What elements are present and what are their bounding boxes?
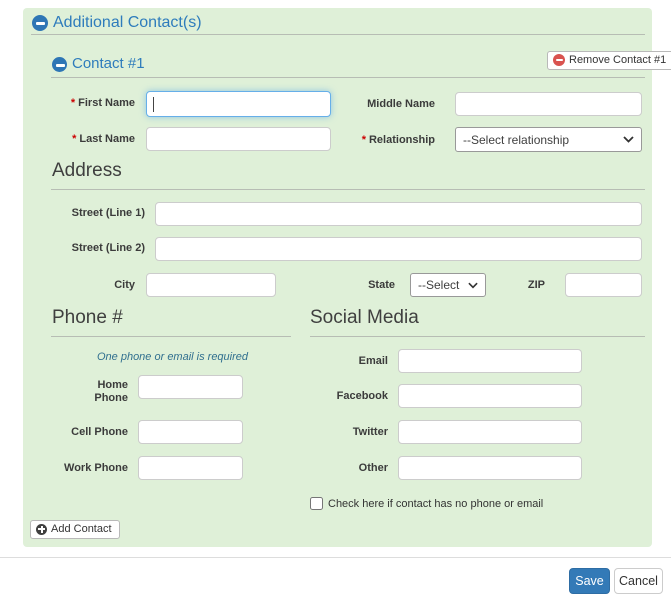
contact-title: Contact #1 <box>72 55 145 72</box>
relationship-label: *Relationship <box>330 134 435 147</box>
footer-divider <box>0 557 671 558</box>
text-cursor <box>153 97 154 112</box>
cell-phone-input[interactable] <box>138 420 243 444</box>
phone-required-note: One phone or email is required <box>55 351 290 363</box>
chevron-down-icon <box>468 282 478 289</box>
street1-label: Street (Line 1) <box>40 207 145 220</box>
add-contact-label: Add Contact <box>51 523 112 535</box>
phone-section-title: Phone # <box>52 307 123 329</box>
collapse-section-icon[interactable] <box>32 15 48 31</box>
remove-contact-label: Remove Contact #1 <box>569 54 666 66</box>
additional-contacts-screen: Additional Contact(s) Contact #1 Remove … <box>0 0 671 603</box>
home-phone-input[interactable] <box>138 375 243 399</box>
section-title: Additional Contact(s) <box>53 14 202 32</box>
twitter-label: Twitter <box>318 426 388 439</box>
additional-contacts-panel: Additional Contact(s) Contact #1 Remove … <box>23 8 652 547</box>
city-input[interactable] <box>146 273 276 297</box>
street2-input[interactable] <box>155 237 642 261</box>
middle-name-label: Middle Name <box>330 98 435 111</box>
chevron-down-icon <box>623 136 634 143</box>
save-button[interactable]: Save <box>569 568 610 594</box>
twitter-input[interactable] <box>398 420 582 444</box>
first-name-input[interactable] <box>146 91 331 117</box>
cell-phone-label: Cell Phone <box>58 426 128 439</box>
state-selected-option: --Select <box>418 278 459 292</box>
work-phone-input[interactable] <box>138 456 243 480</box>
required-marker: * <box>71 97 75 109</box>
facebook-input[interactable] <box>398 384 582 408</box>
state-label: State <box>340 279 395 292</box>
middle-name-input[interactable] <box>455 92 642 116</box>
address-section-title: Address <box>52 160 122 182</box>
address-divider <box>51 189 645 190</box>
first-name-label: *First Name <box>40 97 135 110</box>
email-input[interactable] <box>398 349 582 373</box>
zip-label: ZIP <box>500 279 545 292</box>
city-label: City <box>60 279 135 292</box>
street2-label: Street (Line 2) <box>40 242 145 255</box>
remove-contact-button[interactable]: Remove Contact #1 <box>547 51 671 70</box>
no-phone-checkbox-row: Check here if contact has no phone or em… <box>310 497 543 510</box>
relationship-selected-option: --Select relationship <box>463 133 569 147</box>
state-select[interactable]: --Select <box>410 273 486 297</box>
zip-input[interactable] <box>565 273 642 297</box>
add-icon <box>36 524 47 535</box>
section-divider <box>31 34 645 35</box>
no-phone-checkbox[interactable] <box>310 497 323 510</box>
email-label: Email <box>318 355 388 368</box>
last-name-input[interactable] <box>146 127 331 151</box>
required-marker: * <box>72 133 76 145</box>
home-phone-label: Home Phone <box>80 379 128 405</box>
social-section-title: Social Media <box>310 307 419 329</box>
collapse-contact-icon[interactable] <box>52 57 67 72</box>
last-name-label: *Last Name <box>40 133 135 146</box>
add-contact-button[interactable]: Add Contact <box>30 520 120 539</box>
phone-divider <box>51 336 291 337</box>
relationship-select[interactable]: --Select relationship <box>455 127 642 152</box>
required-marker: * <box>362 134 366 146</box>
cancel-button[interactable]: Cancel <box>614 568 663 594</box>
other-input[interactable] <box>398 456 582 480</box>
facebook-label: Facebook <box>318 390 388 403</box>
no-phone-checkbox-label: Check here if contact has no phone or em… <box>328 498 543 510</box>
remove-icon <box>553 54 565 66</box>
street1-input[interactable] <box>155 202 642 226</box>
contact-divider <box>51 77 645 78</box>
social-divider <box>310 336 645 337</box>
other-label: Other <box>318 462 388 475</box>
work-phone-label: Work Phone <box>58 462 128 475</box>
